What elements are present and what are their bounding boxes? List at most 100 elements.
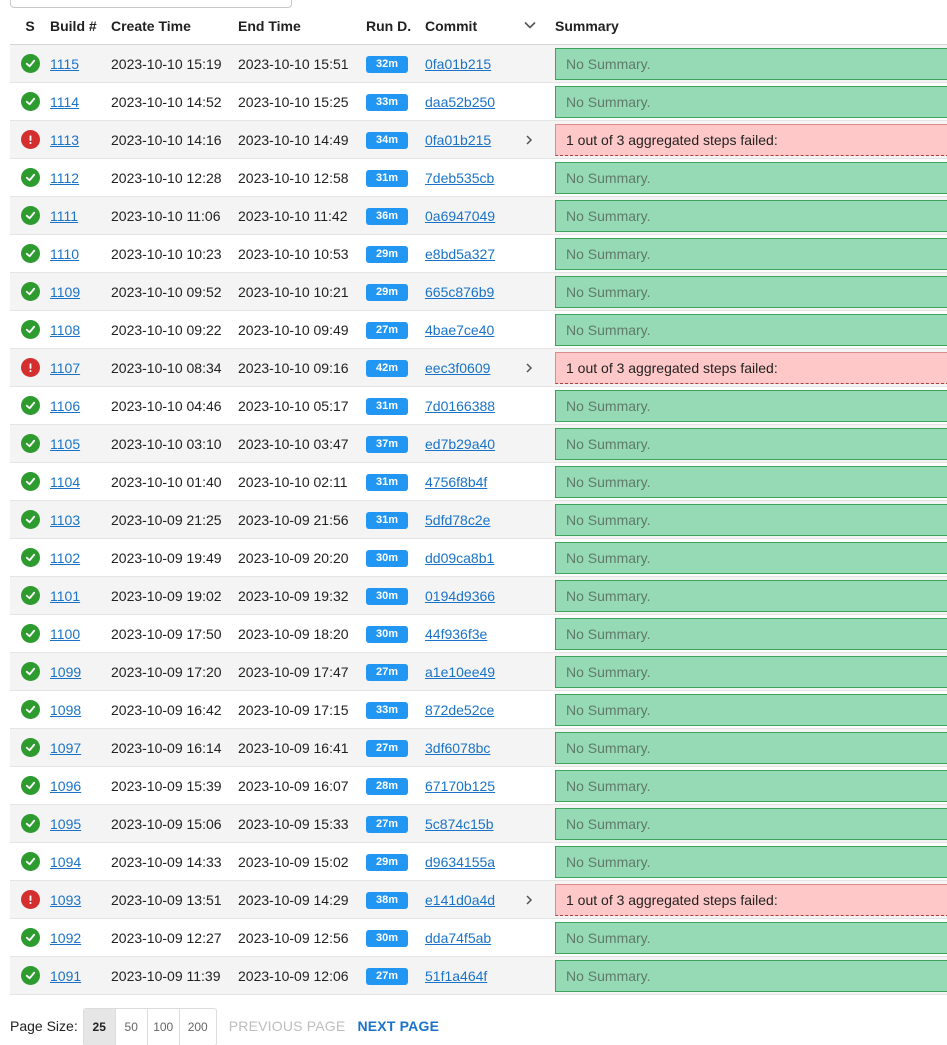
status-wrap: [10, 92, 50, 111]
build-number-link[interactable]: 1096: [50, 778, 81, 794]
summary-cell: No Summary.: [555, 158, 947, 197]
expand-cell[interactable]: [523, 348, 555, 387]
header-run-duration[interactable]: Run D.: [366, 8, 425, 45]
commit-link[interactable]: ed7b29a40: [425, 436, 495, 452]
build-number-link[interactable]: 1097: [50, 740, 81, 756]
commit-link[interactable]: a1e10ee49: [425, 664, 495, 680]
header-create-time[interactable]: Create Time: [111, 8, 238, 45]
chevron-right-icon[interactable]: [523, 134, 555, 146]
build-number-link[interactable]: 1092: [50, 930, 81, 946]
status-cell: [10, 880, 50, 919]
commit-link[interactable]: 0fa01b215: [425, 56, 491, 72]
commit-link[interactable]: 0fa01b215: [425, 132, 491, 148]
end-time-cell: 2023-10-09 19:32: [238, 576, 366, 615]
commit-link[interactable]: 5dfd78c2e: [425, 512, 490, 528]
build-number-link[interactable]: 1093: [50, 892, 81, 908]
expand-cell[interactable]: [523, 120, 555, 159]
build-number-link[interactable]: 1103: [50, 512, 80, 528]
commit-link[interactable]: 0a6947049: [425, 208, 495, 224]
expand-cell[interactable]: [523, 880, 555, 919]
commit-link[interactable]: 4756f8b4f: [425, 474, 487, 490]
page-size-option[interactable]: 50: [116, 1009, 148, 1045]
status-cell: [10, 728, 50, 767]
header-expand[interactable]: [523, 8, 555, 45]
commit-cell: 7d0166388: [425, 386, 523, 425]
commit-link[interactable]: 872de52ce: [425, 702, 494, 718]
status-cell: [10, 614, 50, 653]
commit-link[interactable]: d9634155a: [425, 854, 495, 870]
build-number-link[interactable]: 1109: [50, 284, 80, 300]
commit-link[interactable]: 44f936f3e: [425, 626, 487, 642]
status-cell: [10, 310, 50, 349]
commit-link[interactable]: 665c876b9: [425, 284, 494, 300]
commit-link[interactable]: eec3f0609: [425, 360, 490, 376]
chevron-right-icon[interactable]: [523, 894, 555, 906]
build-number-link[interactable]: 1107: [50, 360, 80, 376]
commit-cell: 0194d9366: [425, 576, 523, 615]
chevron-right-icon[interactable]: [523, 362, 555, 374]
previous-page-button[interactable]: PREVIOUS PAGE: [229, 1018, 346, 1034]
commit-link[interactable]: daa52b250: [425, 94, 495, 110]
build-number-link[interactable]: 1108: [50, 322, 80, 338]
build-number-link[interactable]: 1114: [50, 94, 79, 110]
build-number-link[interactable]: 1101: [50, 588, 80, 604]
header-end-time[interactable]: End Time: [238, 8, 366, 45]
summary-box[interactable]: 1 out of 3 aggregated steps failed:: [555, 351, 947, 384]
summary-cell: 1 out of 3 aggregated steps failed:: [555, 348, 947, 387]
table-row: 1102 2023-10-09 19:49 2023-10-09 20:20 30m d…: [10, 538, 947, 577]
end-time-cell: 2023-10-10 10:21: [238, 272, 366, 311]
builds-page: S Build # Create Time End Time Run D. Co…: [0, 0, 947, 1045]
summary-box[interactable]: 1 out of 3 aggregated steps failed:: [555, 883, 947, 916]
filter-input[interactable]: [10, 0, 292, 8]
build-number-link[interactable]: 1105: [50, 436, 80, 452]
build-cell: 1099: [50, 652, 111, 691]
build-number-link[interactable]: 1115: [50, 56, 79, 72]
header-summary[interactable]: Summary: [555, 8, 947, 45]
expand-cell: [523, 196, 555, 235]
create-time-cell: 2023-10-09 21:25: [111, 500, 238, 539]
summary-box: No Summary.: [555, 275, 947, 308]
build-number-link[interactable]: 1111: [50, 208, 78, 224]
status-wrap: [10, 700, 50, 719]
build-number-link[interactable]: 1104: [50, 474, 80, 490]
build-number-link[interactable]: 1113: [50, 132, 79, 148]
summary-cell: No Summary.: [555, 272, 947, 311]
build-number-link[interactable]: 1098: [50, 702, 81, 718]
chevron-down-icon[interactable]: [523, 19, 537, 35]
page-size-option[interactable]: 100: [148, 1009, 180, 1045]
build-number-link[interactable]: 1091: [50, 968, 81, 984]
commit-link[interactable]: e8bd5a327: [425, 246, 495, 262]
build-cell: 1092: [50, 918, 111, 957]
commit-link[interactable]: e141d0a4d: [425, 892, 495, 908]
build-number-link[interactable]: 1106: [50, 398, 80, 414]
summary-box[interactable]: 1 out of 3 aggregated steps failed:: [555, 123, 947, 156]
build-number-link[interactable]: 1110: [50, 246, 79, 262]
commit-link[interactable]: 3df6078bc: [425, 740, 490, 756]
build-number-link[interactable]: 1094: [50, 854, 81, 870]
build-number-link[interactable]: 1112: [50, 170, 79, 186]
build-number-link[interactable]: 1095: [50, 816, 81, 832]
summary-cell: No Summary.: [555, 386, 947, 425]
commit-cell: 0fa01b215: [425, 44, 523, 83]
page-size-option[interactable]: 200: [180, 1009, 216, 1045]
commit-link[interactable]: 67170b125: [425, 778, 495, 794]
commit-link[interactable]: 51f1a464f: [425, 968, 487, 984]
header-commit[interactable]: Commit: [425, 8, 523, 45]
end-time-cell: 2023-10-09 21:56: [238, 500, 366, 539]
commit-link[interactable]: 0194d9366: [425, 588, 495, 604]
commit-link[interactable]: 7deb535cb: [425, 170, 494, 186]
next-page-button[interactable]: NEXT PAGE: [357, 1018, 439, 1034]
commit-link[interactable]: 4bae7ce40: [425, 322, 494, 338]
commit-link[interactable]: dd09ca8b1: [425, 550, 494, 566]
commit-link[interactable]: 7d0166388: [425, 398, 495, 414]
page-size-option[interactable]: 25: [83, 1009, 116, 1045]
end-time-cell: 2023-10-09 18:20: [238, 614, 366, 653]
status-wrap: [10, 966, 50, 985]
build-number-link[interactable]: 1100: [50, 626, 80, 642]
header-build[interactable]: Build #: [50, 8, 111, 45]
build-number-link[interactable]: 1099: [50, 664, 81, 680]
build-number-link[interactable]: 1102: [50, 550, 80, 566]
commit-link[interactable]: dda74f5ab: [425, 930, 491, 946]
commit-link[interactable]: 5c874c15b: [425, 816, 494, 832]
header-status[interactable]: S: [10, 8, 50, 45]
